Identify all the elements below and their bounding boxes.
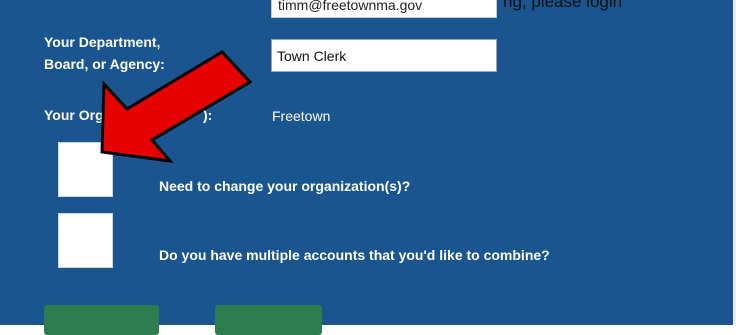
department-label-line1: Your Department, [44, 34, 161, 50]
department-field[interactable]: Town Clerk [271, 39, 497, 72]
primary-button[interactable] [44, 305, 159, 335]
change-organization-checkbox[interactable] [58, 142, 113, 197]
department-label-line2: Board, or Agency: [44, 56, 165, 72]
organization-label-end: ): [203, 107, 213, 123]
combine-accounts-checkbox[interactable] [58, 213, 113, 268]
organization-value: Freetown [272, 108, 331, 124]
email-field[interactable]: timm@freetownma.gov [271, 0, 497, 18]
combine-accounts-label: Do you have multiple accounts that you'd… [159, 247, 550, 263]
login-hint-text: ng, please login [503, 0, 623, 11]
change-organization-label: Need to change your organization(s)? [159, 178, 411, 194]
organization-label-start: Your Org [44, 107, 104, 123]
secondary-button[interactable] [215, 305, 322, 335]
